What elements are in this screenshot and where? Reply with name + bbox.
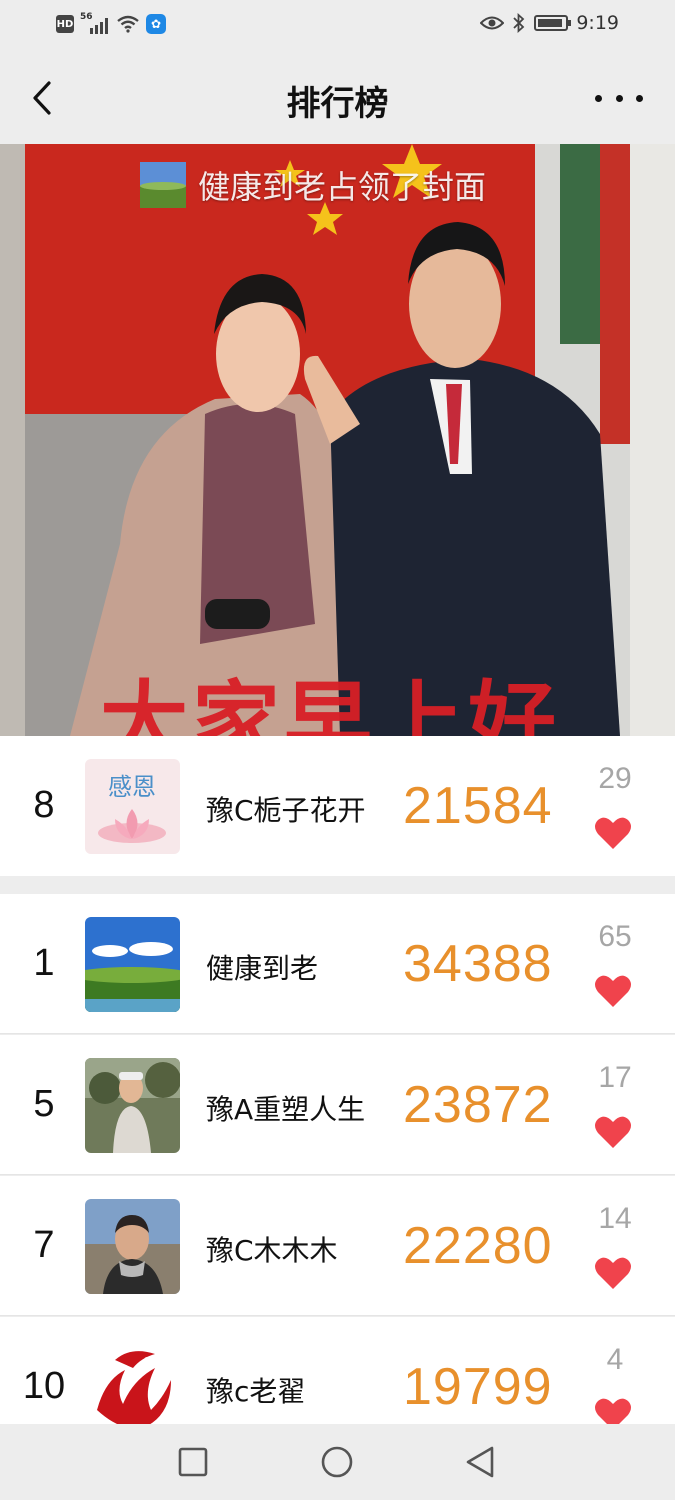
status-time: 9:19 bbox=[576, 12, 619, 34]
like-count: 4 bbox=[606, 1343, 624, 1376]
my-rank-row[interactable]: 8 感恩 豫C栀子花开 21584 29 bbox=[0, 736, 675, 876]
more-dots-icon bbox=[595, 94, 602, 102]
avatar[interactable]: 感恩 bbox=[85, 759, 180, 854]
table-row[interactable]: 7 豫C木木木 22280 14 bbox=[0, 1176, 675, 1316]
rank-number: 10 bbox=[22, 1365, 66, 1407]
avatar[interactable] bbox=[85, 1340, 180, 1435]
battery-icon bbox=[534, 15, 572, 31]
heart-icon[interactable] bbox=[594, 974, 632, 1008]
avatar[interactable] bbox=[85, 1199, 180, 1294]
heart-icon[interactable] bbox=[594, 816, 632, 850]
rank-number: 8 bbox=[33, 784, 55, 826]
avatar-text: 感恩 bbox=[108, 773, 156, 801]
page-title: 排行榜 bbox=[286, 84, 389, 124]
nav-bar: 排行榜 bbox=[0, 52, 675, 144]
cover-caption-text: 健康到老占领了封面 bbox=[198, 168, 487, 206]
cover-photo bbox=[0, 144, 675, 736]
table-row[interactable]: 5 豫A重塑人生 23872 17 bbox=[0, 1035, 675, 1175]
user-name: 豫C木木木 bbox=[206, 1234, 338, 1267]
avatar[interactable] bbox=[85, 1058, 180, 1153]
user-name: 豫C栀子花开 bbox=[206, 794, 366, 827]
cover-image[interactable]: 健康到老占领了封面 大家早上好 bbox=[0, 144, 675, 736]
status-bar: HD 56 ✿ 9:19 bbox=[0, 0, 675, 52]
user-name: 豫c老翟 bbox=[206, 1375, 306, 1408]
section-gap bbox=[0, 876, 675, 894]
triangle-back-icon[interactable] bbox=[462, 1444, 498, 1480]
rank-number: 5 bbox=[33, 1083, 55, 1125]
bluetooth-icon bbox=[513, 13, 525, 33]
step-count: 23872 bbox=[403, 1076, 553, 1134]
step-count: 19799 bbox=[403, 1358, 553, 1416]
step-count: 34388 bbox=[403, 935, 553, 993]
wifi-icon bbox=[117, 15, 139, 33]
like-count: 29 bbox=[598, 762, 632, 795]
hd-icon: HD bbox=[56, 15, 74, 33]
like-count: 17 bbox=[598, 1061, 632, 1094]
status-left: HD 56 ✿ bbox=[56, 12, 166, 34]
more-button[interactable] bbox=[595, 84, 643, 112]
eye-icon bbox=[480, 16, 505, 30]
rank-number: 7 bbox=[33, 1224, 55, 1266]
rank-number: 1 bbox=[33, 942, 55, 984]
row-divider bbox=[0, 1315, 675, 1316]
cover-greeting-text: 大家早上好 bbox=[100, 671, 561, 736]
step-count: 21584 bbox=[403, 777, 553, 835]
status-right: 9:19 bbox=[480, 12, 619, 34]
circle-icon[interactable] bbox=[319, 1444, 355, 1480]
user-name: 健康到老 bbox=[206, 952, 319, 985]
cover-caption: 健康到老占领了封面 bbox=[140, 162, 486, 208]
like-count: 14 bbox=[598, 1202, 632, 1235]
square-icon[interactable] bbox=[175, 1444, 211, 1480]
row-divider bbox=[0, 1033, 675, 1034]
app-notification-icon: ✿ bbox=[146, 14, 166, 34]
avatar[interactable] bbox=[85, 917, 180, 1012]
table-row[interactable]: 1 健康到老 34388 65 bbox=[0, 894, 675, 1034]
row-divider bbox=[0, 1174, 675, 1175]
heart-icon[interactable] bbox=[594, 1115, 632, 1149]
user-name: 豫A重塑人生 bbox=[206, 1093, 366, 1126]
heart-icon[interactable] bbox=[594, 1256, 632, 1290]
system-navigation-bar bbox=[0, 1424, 675, 1500]
signal-icon: 56 bbox=[80, 12, 110, 34]
like-count: 65 bbox=[598, 920, 632, 953]
step-count: 22280 bbox=[403, 1217, 553, 1275]
cover-owner-avatar bbox=[140, 162, 186, 208]
